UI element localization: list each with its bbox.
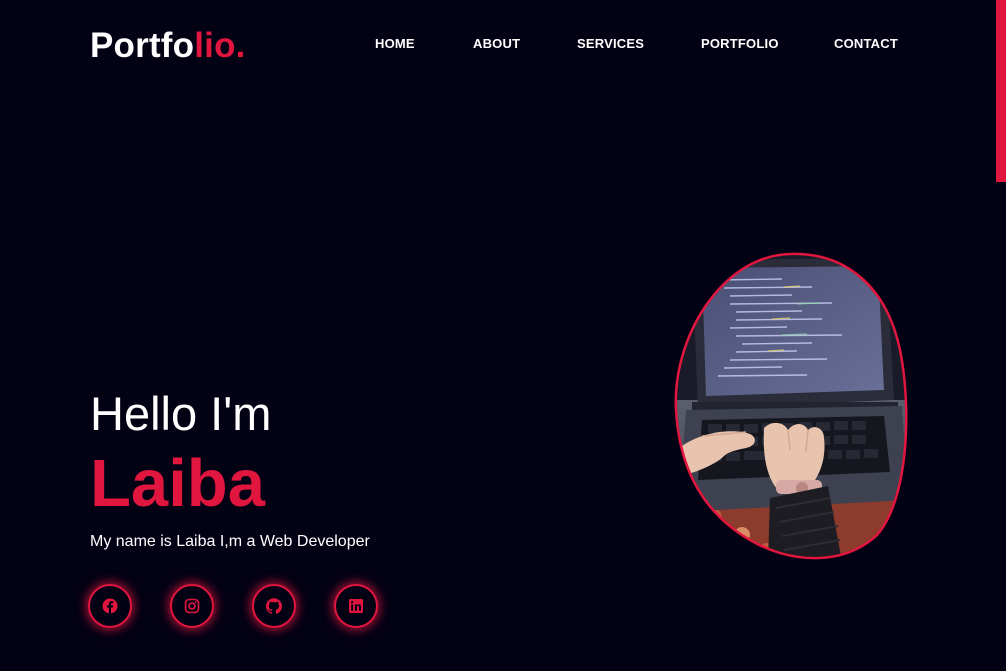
nav-services[interactable]: SERVICES [577, 36, 644, 52]
nav-contact[interactable]: CONTACT [834, 36, 898, 52]
linkedin-link[interactable] [334, 584, 378, 628]
scrollbar-track[interactable] [996, 0, 1006, 671]
portfolio-page: Portfolio. HOME ABOUT SERVICES PORTFOLIO… [0, 0, 1006, 671]
social-links [88, 584, 388, 628]
linkedin-icon [349, 599, 363, 613]
hero-tagline: My name is Laiba I,m a Web Developer [90, 533, 370, 550]
facebook-link[interactable] [88, 584, 132, 628]
hero-image [674, 252, 908, 560]
nav-home[interactable]: HOME [375, 36, 415, 52]
facebook-icon [102, 598, 118, 614]
github-icon [266, 598, 282, 614]
instagram-icon [184, 598, 200, 614]
hero-greeting: Hello I'm [90, 387, 272, 440]
nav-portfolio[interactable]: PORTFOLIO [701, 36, 779, 52]
github-link[interactable] [252, 584, 296, 628]
nav-about[interactable]: ABOUT [473, 36, 520, 52]
main-nav: HOME ABOUT SERVICES PORTFOLIO CONTACT [0, 36, 1006, 52]
instagram-link[interactable] [170, 584, 214, 628]
hero-name: Laiba [90, 446, 265, 521]
scrollbar-thumb[interactable] [996, 0, 1006, 182]
